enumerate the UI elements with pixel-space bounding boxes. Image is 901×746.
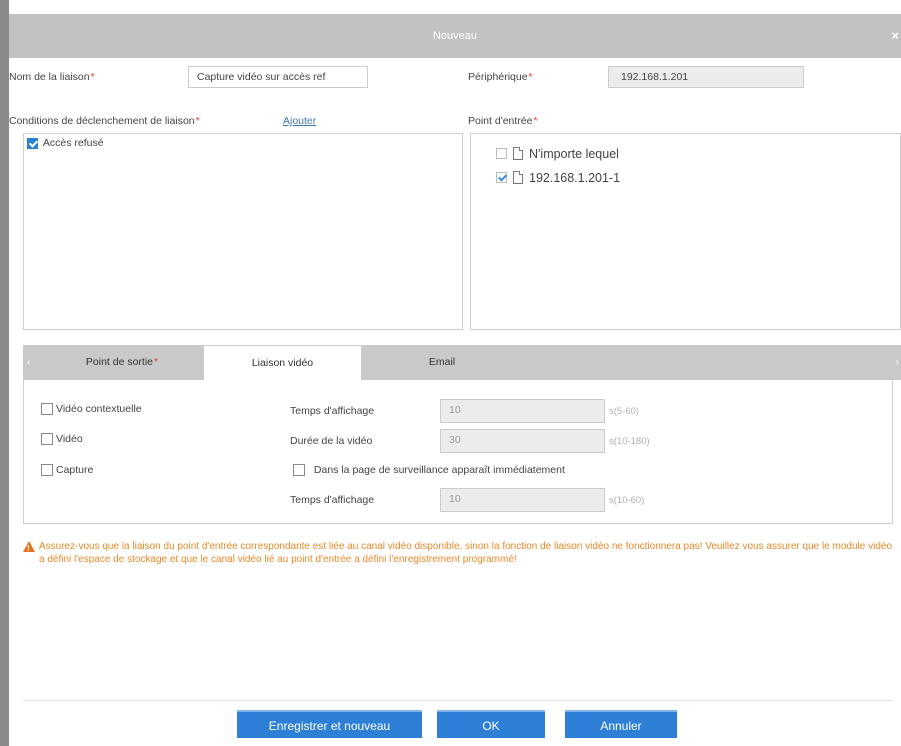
video-option[interactable]: Vidéo <box>41 433 83 446</box>
input-point-item-door[interactable]: 192.168.1.201-1 <box>496 170 620 185</box>
checkbox-icon[interactable] <box>496 148 507 160</box>
device-field: 192.168.1.201 <box>608 66 804 88</box>
capture-display-time-label: Temps d'affichage <box>290 494 375 506</box>
close-icon[interactable]: × <box>891 14 899 58</box>
tab-label: Point de sortie <box>86 356 158 368</box>
popup-video-option[interactable]: Vidéo contextuelle <box>41 403 142 416</box>
warning-text: Assurez-vous que la liaison du point d'e… <box>39 541 893 565</box>
checkbox-icon[interactable] <box>41 464 53 477</box>
video-duration-label: Durée de la vidéo <box>290 435 373 447</box>
capture-display-time-input[interactable]: 10 <box>440 488 605 512</box>
tab-label: Liaison vidéo <box>251 357 314 369</box>
trigger-conditions-panel: Accès refusé <box>23 133 463 330</box>
capture-display-time-unit: s(10-60) <box>609 495 645 506</box>
warning-icon <box>23 541 35 555</box>
dialog-titlebar: Nouveau × <box>9 14 901 58</box>
cancel-button[interactable]: Annuler <box>565 710 677 738</box>
input-point-item-any[interactable]: N'importe lequel <box>496 146 619 161</box>
option-label: Vidéo <box>56 433 83 445</box>
video-duration-unit: s(10-180) <box>609 436 650 447</box>
link-name-label: Nom de la liaison <box>9 71 95 83</box>
input-point-label: Point d'entrée <box>468 115 538 127</box>
tab-label: Email <box>428 356 456 368</box>
link-name-input[interactable]: Capture vidéo sur accès ref <box>188 66 368 88</box>
save-and-new-button[interactable]: Enregistrer et nouveau <box>237 710 422 738</box>
footer-divider <box>23 700 893 701</box>
tab-bar: ‹ Point de sortie Liaison vidéo Email › <box>23 345 901 381</box>
option-label: Capture <box>56 464 94 476</box>
warning-message: Assurez-vous que la liaison du point d'e… <box>23 540 893 566</box>
ok-button[interactable]: OK <box>437 710 545 738</box>
trigger-item-label: Accès refusé <box>42 137 104 150</box>
display-time-input[interactable]: 10 <box>440 399 605 423</box>
checkbox-icon[interactable] <box>293 464 305 477</box>
device-label: Périphérique <box>468 71 533 83</box>
option-label: Dans la page de surveillance apparaît im… <box>313 464 565 476</box>
tab-scroll-left-icon[interactable]: ‹ <box>27 345 30 380</box>
trigger-item[interactable]: Accès refusé <box>27 137 104 149</box>
display-time-unit: s(5-60) <box>609 406 640 417</box>
trigger-conditions-label: Conditions de déclenchement de liaison <box>9 115 200 127</box>
document-icon <box>513 171 523 185</box>
checkbox-icon[interactable] <box>41 403 53 416</box>
checkbox-checked-icon[interactable] <box>27 137 38 149</box>
capture-option[interactable]: Capture <box>41 464 94 477</box>
video-duration-input[interactable]: 30 <box>440 429 605 453</box>
dialog-title: Nouveau <box>432 30 478 42</box>
left-edge-bar <box>0 0 9 746</box>
input-point-item-label: 192.168.1.201-1 <box>529 170 621 185</box>
document-icon <box>513 147 523 161</box>
option-label: Vidéo contextuelle <box>56 403 142 415</box>
display-time-label: Temps d'affichage <box>290 405 375 417</box>
tab-scroll-right-icon[interactable]: › <box>896 345 899 380</box>
add-trigger-link[interactable]: Ajouter <box>283 115 316 127</box>
tab-output-point[interactable]: Point de sortie <box>41 345 203 380</box>
tab-video-linkage[interactable]: Liaison vidéo <box>203 345 362 381</box>
monitor-page-option[interactable]: Dans la page de surveillance apparaît im… <box>293 464 565 477</box>
input-point-item-label: N'importe lequel <box>529 146 619 161</box>
checkbox-icon[interactable] <box>41 433 53 446</box>
checkbox-checked-icon[interactable] <box>496 172 507 184</box>
tab-email[interactable]: Email <box>362 345 522 380</box>
input-point-panel: N'importe lequel 192.168.1.201-1 <box>470 133 901 330</box>
new-linkage-dialog: Nouveau × Nom de la liaison Capture vidé… <box>9 14 901 746</box>
